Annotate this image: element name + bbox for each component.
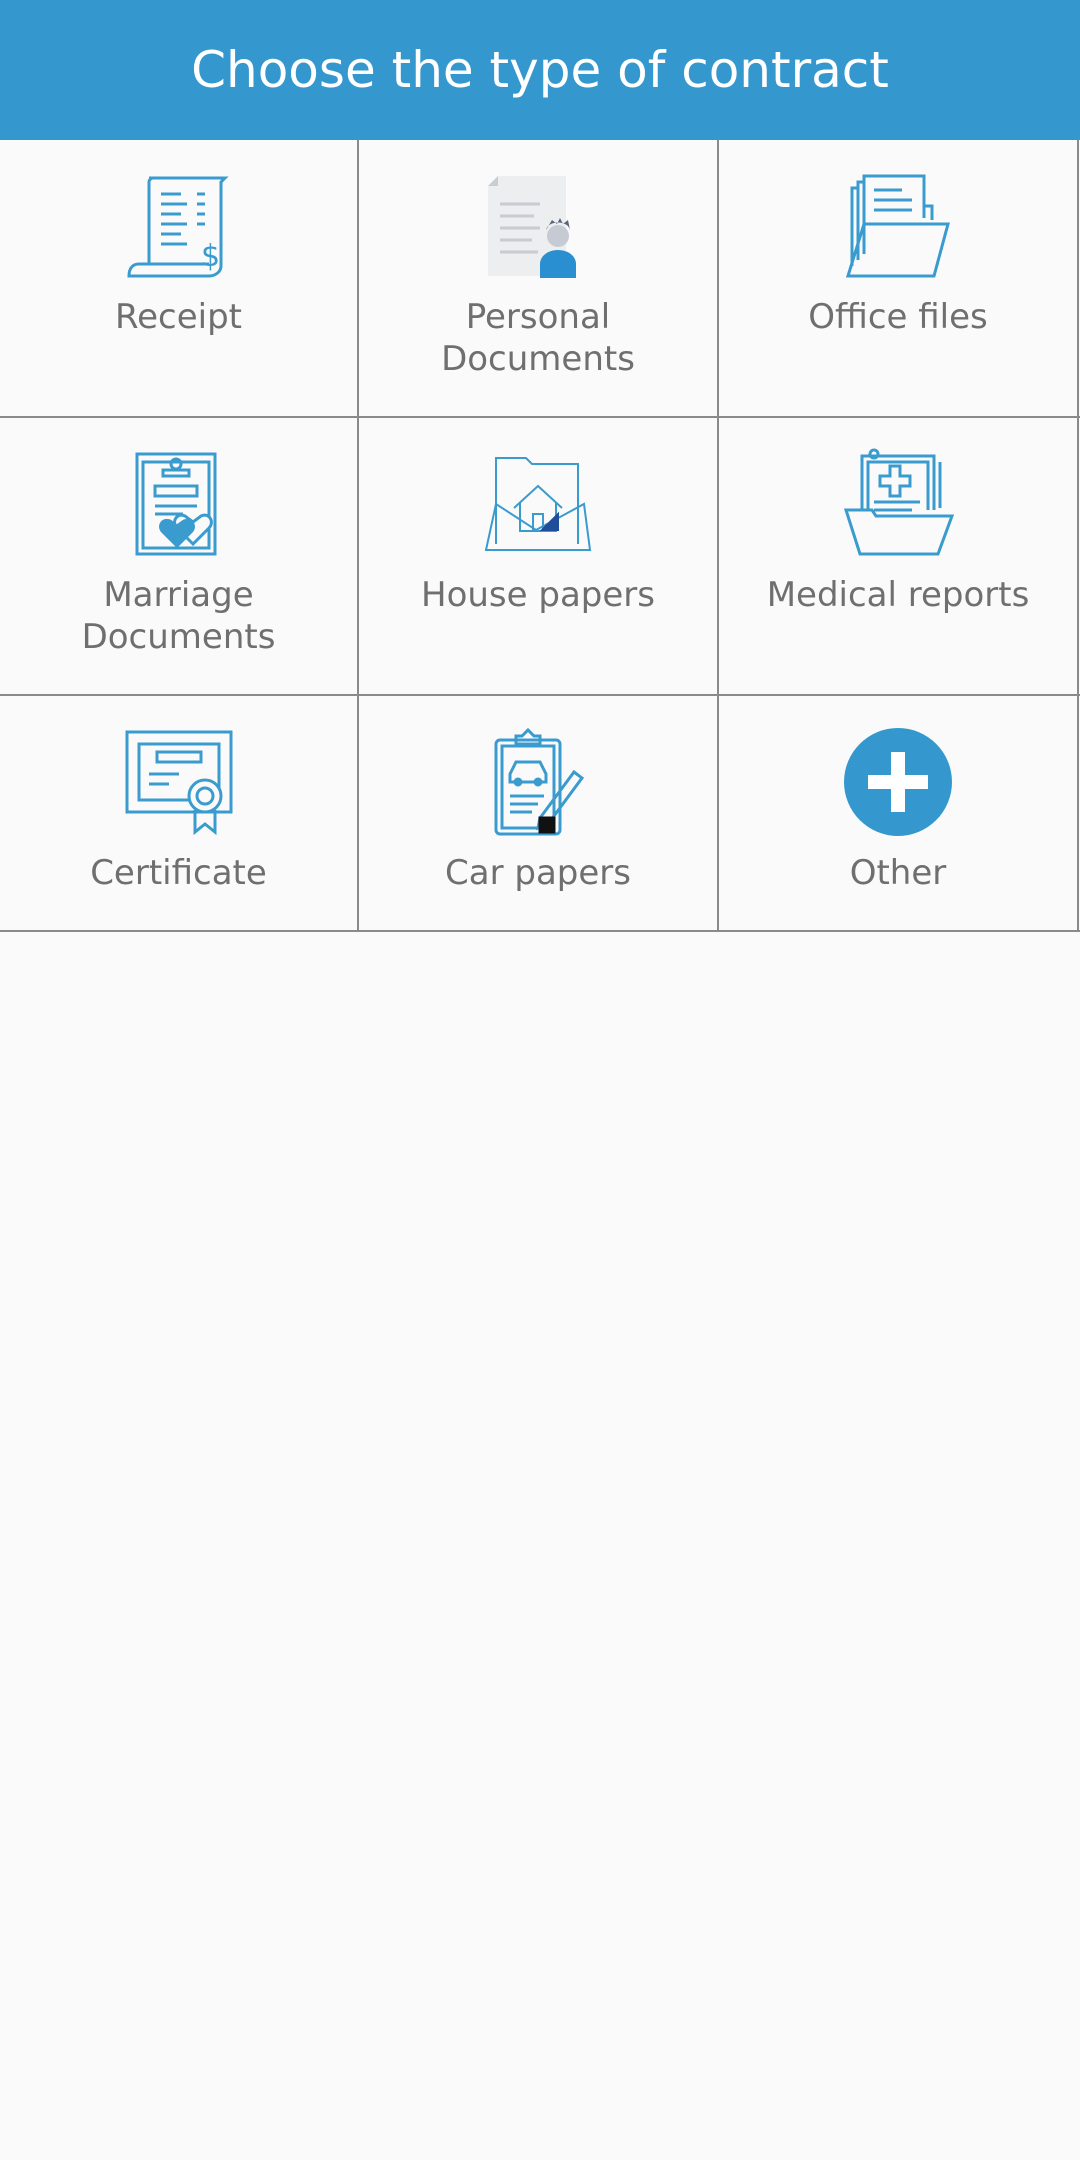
office-files-icon (842, 170, 954, 282)
marriage-documents-icon (123, 448, 235, 560)
app-header: Choose the type of contract (0, 0, 1080, 140)
receipt-icon: $ (123, 170, 235, 282)
svg-text:$: $ (201, 239, 220, 274)
contract-type-office-files[interactable]: Office files (719, 140, 1079, 416)
certificate-icon (123, 726, 235, 838)
add-icon (842, 726, 954, 838)
car-papers-icon (482, 726, 594, 838)
contract-type-medical-reports[interactable]: Medical reports (719, 418, 1079, 694)
house-papers-icon (482, 448, 594, 560)
contract-type-personal-documents[interactable]: Personal Documents (359, 140, 719, 416)
contract-type-label: Other (849, 853, 947, 893)
grid-row: $ Receipt Personal Documents Office file… (0, 140, 1080, 418)
contract-type-other[interactable]: Other (719, 696, 1079, 930)
contract-type-house-papers[interactable]: House papers (359, 418, 719, 694)
contract-type-label: Marriage Documents (81, 575, 276, 657)
grid-row: Marriage Documents House papers Medical … (0, 418, 1080, 696)
contract-type-receipt[interactable]: $ Receipt (0, 140, 359, 416)
contract-type-marriage-documents[interactable]: Marriage Documents (0, 418, 359, 694)
contract-type-label: Certificate (90, 853, 267, 893)
grid-row: Certificate Car papers Other (0, 696, 1080, 932)
contract-type-label: Car papers (445, 853, 631, 893)
contract-type-label: House papers (421, 575, 655, 615)
page-title: Choose the type of contract (191, 41, 889, 99)
contract-type-label: Personal Documents (441, 297, 635, 379)
medical-reports-icon (842, 448, 954, 560)
contract-type-label: Office files (808, 297, 988, 337)
personal-documents-icon (482, 170, 594, 282)
contract-type-grid: $ Receipt Personal Documents Office file… (0, 140, 1080, 932)
contract-type-car-papers[interactable]: Car papers (359, 696, 719, 930)
contract-type-certificate[interactable]: Certificate (0, 696, 359, 930)
contract-type-label: Medical reports (766, 575, 1030, 615)
contract-type-label: Receipt (115, 297, 242, 337)
